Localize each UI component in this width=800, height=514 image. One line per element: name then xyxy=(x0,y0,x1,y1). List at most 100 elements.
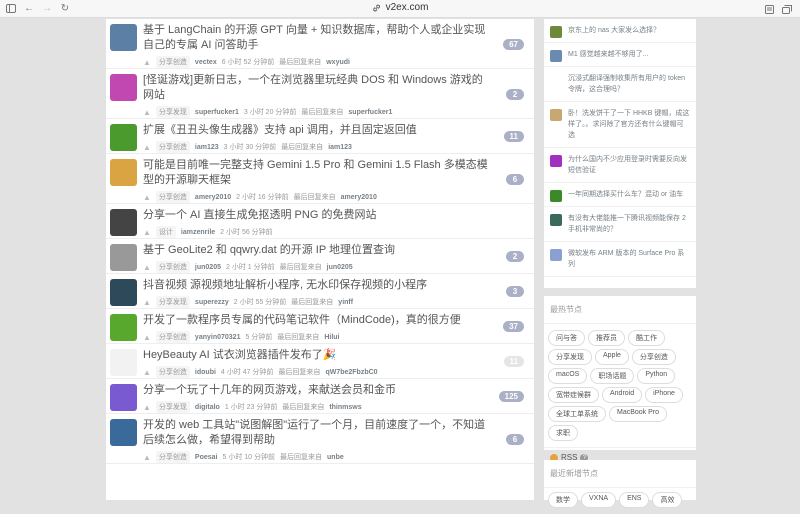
topic-title[interactable]: HeyBeauty AI 试衣浏览器插件发布了🎉 xyxy=(143,348,490,363)
hot-topic-title[interactable]: 卧！洗发饼干了一下 HHKB 键帽，成这样了。。求问除了官方还有什么键帽可选 xyxy=(568,110,689,139)
topic-title[interactable]: 分享一个 AI 直接生成免抠透明 PNG 的免费网站 xyxy=(143,208,490,223)
last-reply-user[interactable]: unbe xyxy=(327,454,344,461)
last-reply-user[interactable]: iam123 xyxy=(328,144,352,151)
address-bar[interactable]: v2ex.com xyxy=(372,2,428,13)
hot-topic-title[interactable]: 沉浸式翻译强制收集所有用户的 token 令牌，这合理吗？ xyxy=(568,75,685,93)
upvote-icon[interactable]: ▲ xyxy=(143,58,151,67)
author-name[interactable]: idoubi xyxy=(195,369,216,376)
upvote-icon[interactable]: ▲ xyxy=(143,333,151,342)
sidebar-toggle-icon[interactable] xyxy=(2,0,20,18)
topic-title[interactable]: [怪诞游戏]更新日志，一个在浏览器里玩经典 DOS 和 Windows 游戏的网… xyxy=(143,73,490,103)
hot-topic-title[interactable]: 为什么国内不少应用登录时需要反向发短信验证 xyxy=(568,156,687,174)
new-node-tag[interactable]: ENS xyxy=(619,492,650,508)
topic-row[interactable]: 开发的 web 工具站"说图解图"运行了一个月，目前速度了一个，不知道后续怎么做… xyxy=(106,414,534,464)
reply-count[interactable]: 11 xyxy=(503,356,524,367)
topic-row[interactable]: 分享一个玩了十几年的网页游戏，来献送会员和金币 ▲ 分享发现 digitalo 1 小时… xyxy=(106,379,534,414)
upvote-icon[interactable]: ▲ xyxy=(143,193,151,202)
node-tag[interactable]: 分享创造 xyxy=(631,349,676,365)
topic-title[interactable]: 抖音视频 源视频地址解析小程序, 无水印保存视频的小程序 xyxy=(143,278,490,293)
node-badge[interactable]: 分享创造 xyxy=(155,366,190,378)
author-name[interactable]: jun0205 xyxy=(195,264,221,271)
author-name[interactable]: amery2010 xyxy=(195,194,231,201)
hot-topic-avatar[interactable] xyxy=(550,249,562,261)
forward-icon[interactable]: → xyxy=(38,0,56,18)
topic-row[interactable]: 扩展《丑丑头像生成器》支持 api 调用，并且固定返回值 ▲ 分享创造 iam123 3… xyxy=(106,119,534,154)
user-avatar[interactable] xyxy=(110,349,137,376)
author-name[interactable]: iam123 xyxy=(195,144,219,151)
user-avatar[interactable] xyxy=(110,74,137,101)
topic-row[interactable]: 分享一个 AI 直接生成免抠透明 PNG 的免费网站 ▲ 设计 iamzenrile 2… xyxy=(106,204,534,239)
node-badge[interactable]: 分享创造 xyxy=(155,331,190,343)
node-badge[interactable]: 分享创造 xyxy=(155,56,190,68)
node-badge[interactable]: 分享创造 xyxy=(155,141,190,153)
upvote-icon[interactable]: ▲ xyxy=(143,228,151,237)
node-tag[interactable]: MacBook Pro xyxy=(609,406,668,422)
last-reply-user[interactable]: amery2010 xyxy=(341,194,377,201)
node-badge[interactable]: 分享发现 xyxy=(155,401,190,413)
topic-title[interactable]: 基于 GeoLite2 和 qqwry.dat 的开源 IP 地理位置查询 xyxy=(143,243,490,258)
topic-title[interactable]: 可能是目前唯一完整支持 Gemini 1.5 Pro 和 Gemini 1.5 … xyxy=(143,158,490,188)
author-name[interactable]: vectex xyxy=(195,59,217,66)
new-node-tag[interactable]: 数学 xyxy=(548,492,578,508)
hot-topic-item[interactable]: 微软发布 ARM 版本的 Surface Pro 系列 xyxy=(544,242,696,277)
hot-topic-item[interactable]: 为什么国内不少应用登录时需要反向发短信验证 xyxy=(544,148,696,183)
user-avatar[interactable] xyxy=(110,244,137,271)
author-name[interactable]: superfucker1 xyxy=(195,109,239,116)
upvote-icon[interactable]: ▲ xyxy=(143,263,151,272)
topic-title[interactable]: 扩展《丑丑头像生成器》支持 api 调用，并且固定返回值 xyxy=(143,123,490,138)
reply-count[interactable]: 2 xyxy=(506,251,524,262)
topic-row[interactable]: 基于 GeoLite2 和 qqwry.dat 的开源 IP 地理位置查询 ▲ 分享… xyxy=(106,239,534,274)
reply-count[interactable]: 3 xyxy=(506,286,524,297)
hot-topic-item[interactable]: M1 感觉越来越不够用了... xyxy=(544,43,696,67)
topic-title[interactable]: 分享一个玩了十几年的网页游戏，来献送会员和金币 xyxy=(143,383,490,398)
topic-title[interactable]: 开发了一款程序员专属的代码笔记软件（MindCode)，真的很方便 xyxy=(143,313,490,328)
topic-title[interactable]: 开发的 web 工具站"说图解图"运行了一个月，目前速度了一个，不知道后续怎么做… xyxy=(143,418,490,448)
author-name[interactable]: Poesai xyxy=(195,454,218,461)
node-tag[interactable]: 分享发现 xyxy=(548,349,592,365)
last-reply-user[interactable]: qW7be2FbzbC0 xyxy=(325,369,377,376)
hot-topic-item[interactable]: 有没有大佬能推一下腾讯视频能保存 2 手机非常尚的？ xyxy=(544,207,696,242)
reply-count[interactable]: 67 xyxy=(503,38,524,50)
user-avatar[interactable] xyxy=(110,419,137,446)
topic-row[interactable]: HeyBeauty AI 试衣浏览器插件发布了🎉 ▲ 分享创造 idoubi 4 小时 … xyxy=(106,344,534,379)
node-tag[interactable]: 求职 xyxy=(548,425,578,441)
node-badge[interactable]: 分享发现 xyxy=(155,296,190,308)
hot-topic-item[interactable]: 沉浸式翻译强制收集所有用户的 token 令牌，这合理吗？ xyxy=(544,67,696,102)
reply-count[interactable]: 2 xyxy=(506,88,524,100)
node-tag[interactable]: Python xyxy=(637,368,676,384)
node-tag[interactable]: iPhone xyxy=(645,387,683,403)
node-tag[interactable]: Apple xyxy=(595,349,629,365)
back-icon[interactable]: ← xyxy=(20,0,38,18)
hot-topic-avatar[interactable] xyxy=(550,74,562,86)
user-avatar[interactable] xyxy=(110,24,137,51)
topic-row[interactable]: 开发了一款程序员专属的代码笔记软件（MindCode)，真的很方便 ▲ 分享创造 ya… xyxy=(106,309,534,344)
reply-count[interactable]: 125 xyxy=(498,391,524,402)
reply-count[interactable]: 6 xyxy=(506,173,524,185)
node-tag[interactable]: Android xyxy=(602,387,643,403)
hot-topic-title[interactable]: 微软发布 ARM 版本的 Surface Pro 系列 xyxy=(568,250,684,268)
node-badge[interactable]: 分享创造 xyxy=(155,191,190,203)
upvote-icon[interactable]: ▲ xyxy=(143,403,151,412)
node-tag[interactable]: macOS xyxy=(548,368,588,384)
node-tag[interactable]: 酷工作 xyxy=(628,330,665,346)
node-tag[interactable]: 推荐员 xyxy=(588,330,625,346)
upvote-icon[interactable]: ▲ xyxy=(143,368,151,377)
hot-topic-title[interactable]: M1 感觉越来越不够用了... xyxy=(568,51,649,58)
topic-row[interactable]: 可能是目前唯一完整支持 Gemini 1.5 Pro 和 Gemini 1.5 … xyxy=(106,154,534,204)
hot-topic-item[interactable]: 一年同期选择买什么车？混动 or 油车 xyxy=(544,183,696,207)
reader-icon[interactable] xyxy=(760,0,778,18)
reply-count[interactable]: 6 xyxy=(506,433,524,445)
hot-topic-avatar[interactable] xyxy=(550,26,562,38)
hot-topic-avatar[interactable] xyxy=(550,214,562,226)
last-reply-user[interactable]: yinff xyxy=(338,299,353,306)
user-avatar[interactable] xyxy=(110,124,137,151)
node-badge[interactable]: 设计 xyxy=(155,226,176,238)
last-reply-user[interactable]: thinmsws xyxy=(329,404,361,411)
user-avatar[interactable] xyxy=(110,209,137,236)
hot-topic-title[interactable]: 一年同期选择买什么车？混动 or 油车 xyxy=(568,191,683,198)
hot-topic-avatar[interactable] xyxy=(550,109,562,121)
hot-topic-avatar[interactable] xyxy=(550,155,562,167)
node-tag[interactable]: 问与答 xyxy=(548,330,585,346)
reply-count[interactable]: 37 xyxy=(503,321,524,332)
node-badge[interactable]: 分享创造 xyxy=(155,451,190,463)
